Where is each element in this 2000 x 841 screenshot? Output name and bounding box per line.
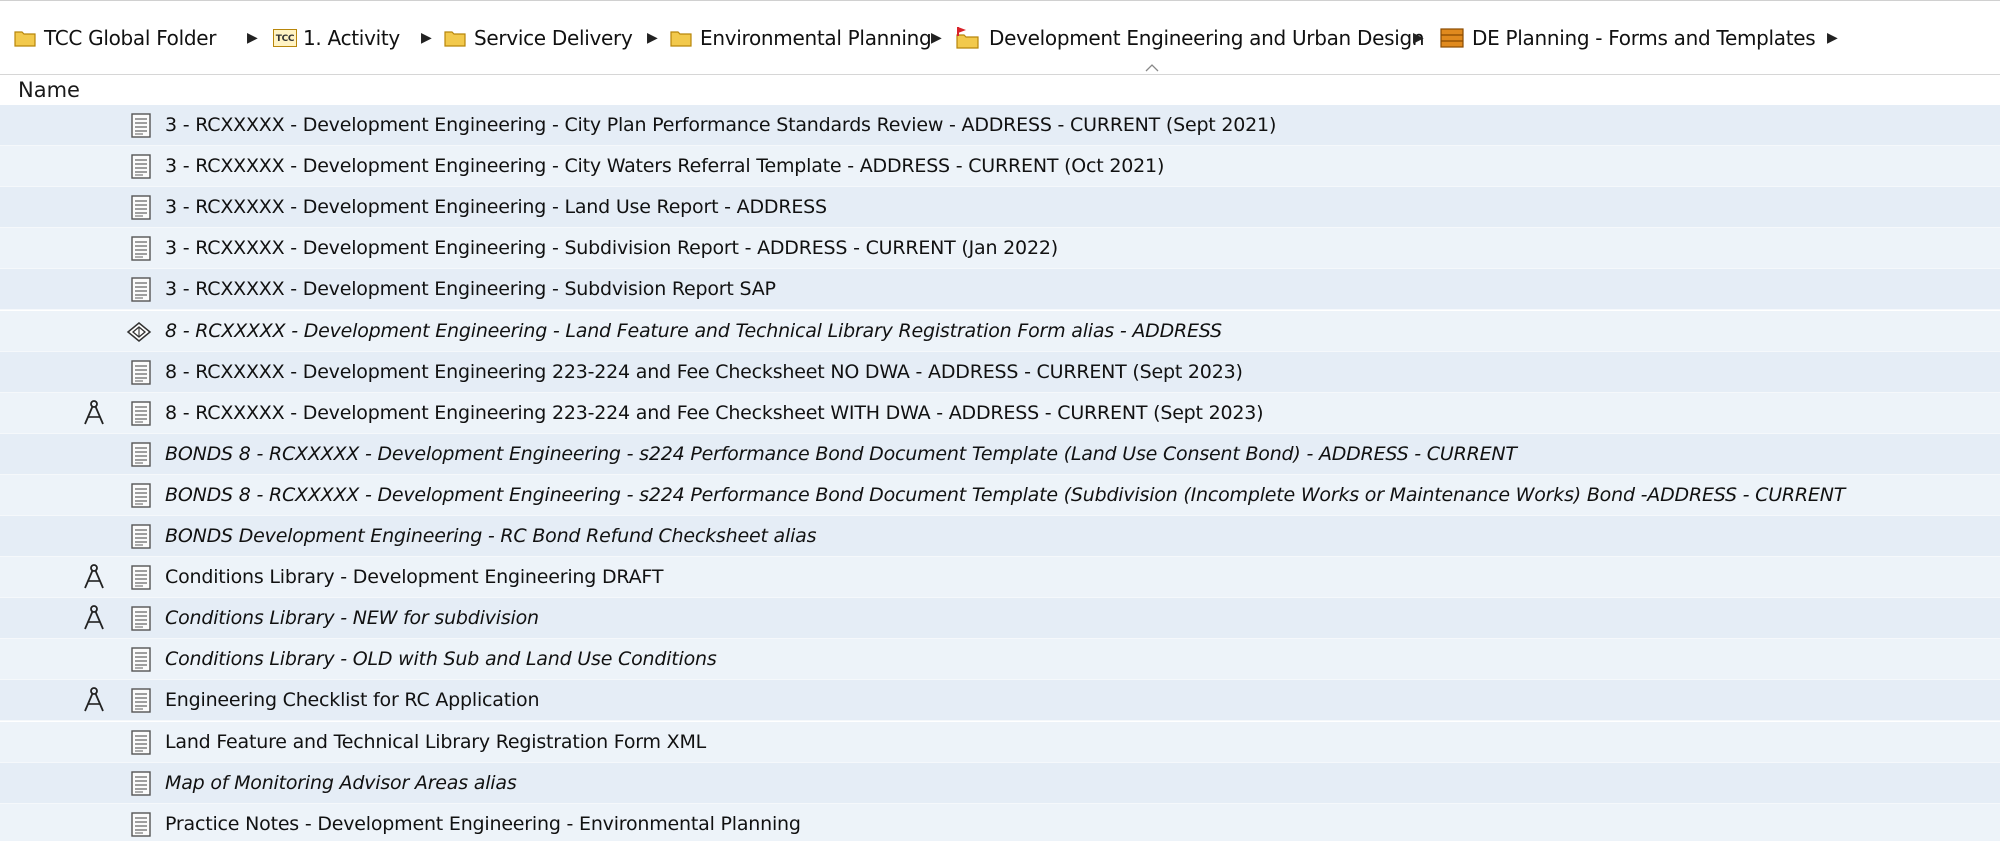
breadcrumb-item-tcc-global-folder[interactable]: TCC Global Folder [14,1,217,75]
chevron-right-icon[interactable]: ▶ [647,1,658,75]
file-name: BONDS 8 - RCXXXXX - Development Engineer… [165,484,1846,506]
chevron-right-icon[interactable]: ▶ [247,1,258,75]
file-row[interactable]: 8 - RCXXXXX - Development Engineering - … [0,311,2000,352]
file-name: Land Feature and Technical Library Regis… [165,731,707,753]
document-icon [131,688,151,713]
file-row[interactable]: BONDS 8 - RCXXXXX - Development Engineer… [0,434,2000,475]
breadcrumb-label: Development Engineering and Urban Design [989,26,1425,50]
tcc-badge-icon: TCC [273,29,297,47]
document-icon [131,483,151,508]
folder-icon [14,31,36,47]
document-icon [131,401,151,426]
document-icon [131,236,151,261]
compass-draft-icon [84,687,104,712]
breadcrumb-label: TCC Global Folder [44,26,217,50]
file-row[interactable]: 3 - RCXXXXX - Development Engineering - … [0,146,2000,187]
sort-ascending-icon [1145,64,1159,72]
file-name: 8 - RCXXXXX - Development Engineering - … [165,320,1222,342]
document-icon [131,442,151,467]
file-row[interactable]: 3 - RCXXXXX - Development Engineering - … [0,187,2000,228]
file-name: 3 - RCXXXXX - Development Engineering - … [165,114,1277,136]
document-icon [131,565,151,590]
file-name: Conditions Library - NEW for subdivision [165,607,539,629]
file-row[interactable]: BONDS Development Engineering - RC Bond … [0,516,2000,557]
cabinet-folder-icon [1440,28,1464,48]
file-name: Map of Monitoring Advisor Areas alias [165,772,517,794]
document-icon [131,360,151,385]
file-row[interactable]: Land Feature and Technical Library Regis… [0,722,2000,763]
document-icon [131,730,151,755]
chevron-right-icon[interactable]: ▶ [1413,1,1424,75]
file-row[interactable]: 8 - RCXXXXX - Development Engineering 22… [0,352,2000,393]
file-name: BONDS Development Engineering - RC Bond … [165,525,817,547]
compass-draft-icon [84,564,104,589]
document-icon [131,606,151,631]
flagged-folder-icon [956,27,979,49]
file-row[interactable]: 3 - RCXXXXX - Development Engineering - … [0,269,2000,310]
file-row[interactable]: 3 - RCXXXXX - Development Engineering - … [0,105,2000,146]
compass-draft-icon [84,400,104,425]
column-header-name[interactable]: Name [18,75,80,105]
breadcrumb-item-service-delivery[interactable]: Service Delivery [444,1,633,75]
breadcrumb-item-development-engineering-urban-design[interactable]: Development Engineering and Urban Design [955,1,1425,75]
file-row[interactable]: Conditions Library - NEW for subdivision [0,598,2000,639]
breadcrumb-label: 1. Activity [303,26,400,50]
file-row[interactable]: BONDS 8 - RCXXXXX - Development Engineer… [0,475,2000,516]
chevron-right-icon[interactable]: ▶ [1827,1,1838,75]
file-name: 8 - RCXXXXX - Development Engineering 22… [165,361,1243,383]
folder-icon [444,31,466,47]
document-icon [131,647,151,672]
file-row[interactable]: Conditions Library - Development Enginee… [0,557,2000,598]
document-icon [131,277,151,302]
file-name: 3 - RCXXXXX - Development Engineering - … [165,278,776,300]
breadcrumb-item-activity[interactable]: TCC 1. Activity [273,1,400,75]
file-row[interactable]: 3 - RCXXXXX - Development Engineering - … [0,228,2000,269]
alias-shortcut-icon [126,322,152,342]
document-icon [131,524,151,549]
breadcrumb-label: Environmental Planning [700,26,932,50]
breadcrumb-item-de-planning-forms-templates[interactable]: DE Planning - Forms and Templates [1440,1,1816,75]
file-name: 3 - RCXXXXX - Development Engineering - … [165,155,1165,177]
file-name: Conditions Library - Development Enginee… [165,566,664,588]
chevron-right-icon[interactable]: ▶ [931,1,942,75]
file-name: Practice Notes - Development Engineering… [165,813,801,835]
file-row[interactable]: Map of Monitoring Advisor Areas alias [0,763,2000,804]
breadcrumb: TCC Global Folder ▶ TCC 1. Activity ▶ Se… [0,1,2000,75]
breadcrumb-label: Service Delivery [474,26,633,50]
breadcrumb-item-environmental-planning[interactable]: Environmental Planning [670,1,932,75]
document-icon [131,771,151,796]
chevron-right-icon[interactable]: ▶ [421,1,432,75]
document-icon [131,195,151,220]
document-icon [131,812,151,837]
document-icon [131,113,151,138]
file-name: Conditions Library - OLD with Sub and La… [165,648,717,670]
column-header-row: Name [0,64,2000,105]
file-row[interactable]: Engineering Checklist for RC Application [0,680,2000,721]
breadcrumb-label: DE Planning - Forms and Templates [1472,26,1816,50]
file-name: Engineering Checklist for RC Application [165,689,540,711]
compass-draft-icon [84,605,104,630]
document-icon [131,154,151,179]
folder-icon [670,31,692,47]
file-name: 3 - RCXXXXX - Development Engineering - … [165,237,1058,259]
file-row[interactable]: 8 - RCXXXXX - Development Engineering 22… [0,393,2000,434]
file-name: 8 - RCXXXXX - Development Engineering 22… [165,402,1264,424]
file-name: BONDS 8 - RCXXXXX - Development Engineer… [165,443,1517,465]
file-browser-window: TCC Global Folder ▶ TCC 1. Activity ▶ Se… [0,0,2000,841]
file-row[interactable]: Practice Notes - Development Engineering… [0,804,2000,841]
file-name: 3 - RCXXXXX - Development Engineering - … [165,196,827,218]
file-row[interactable]: Conditions Library - OLD with Sub and La… [0,639,2000,680]
